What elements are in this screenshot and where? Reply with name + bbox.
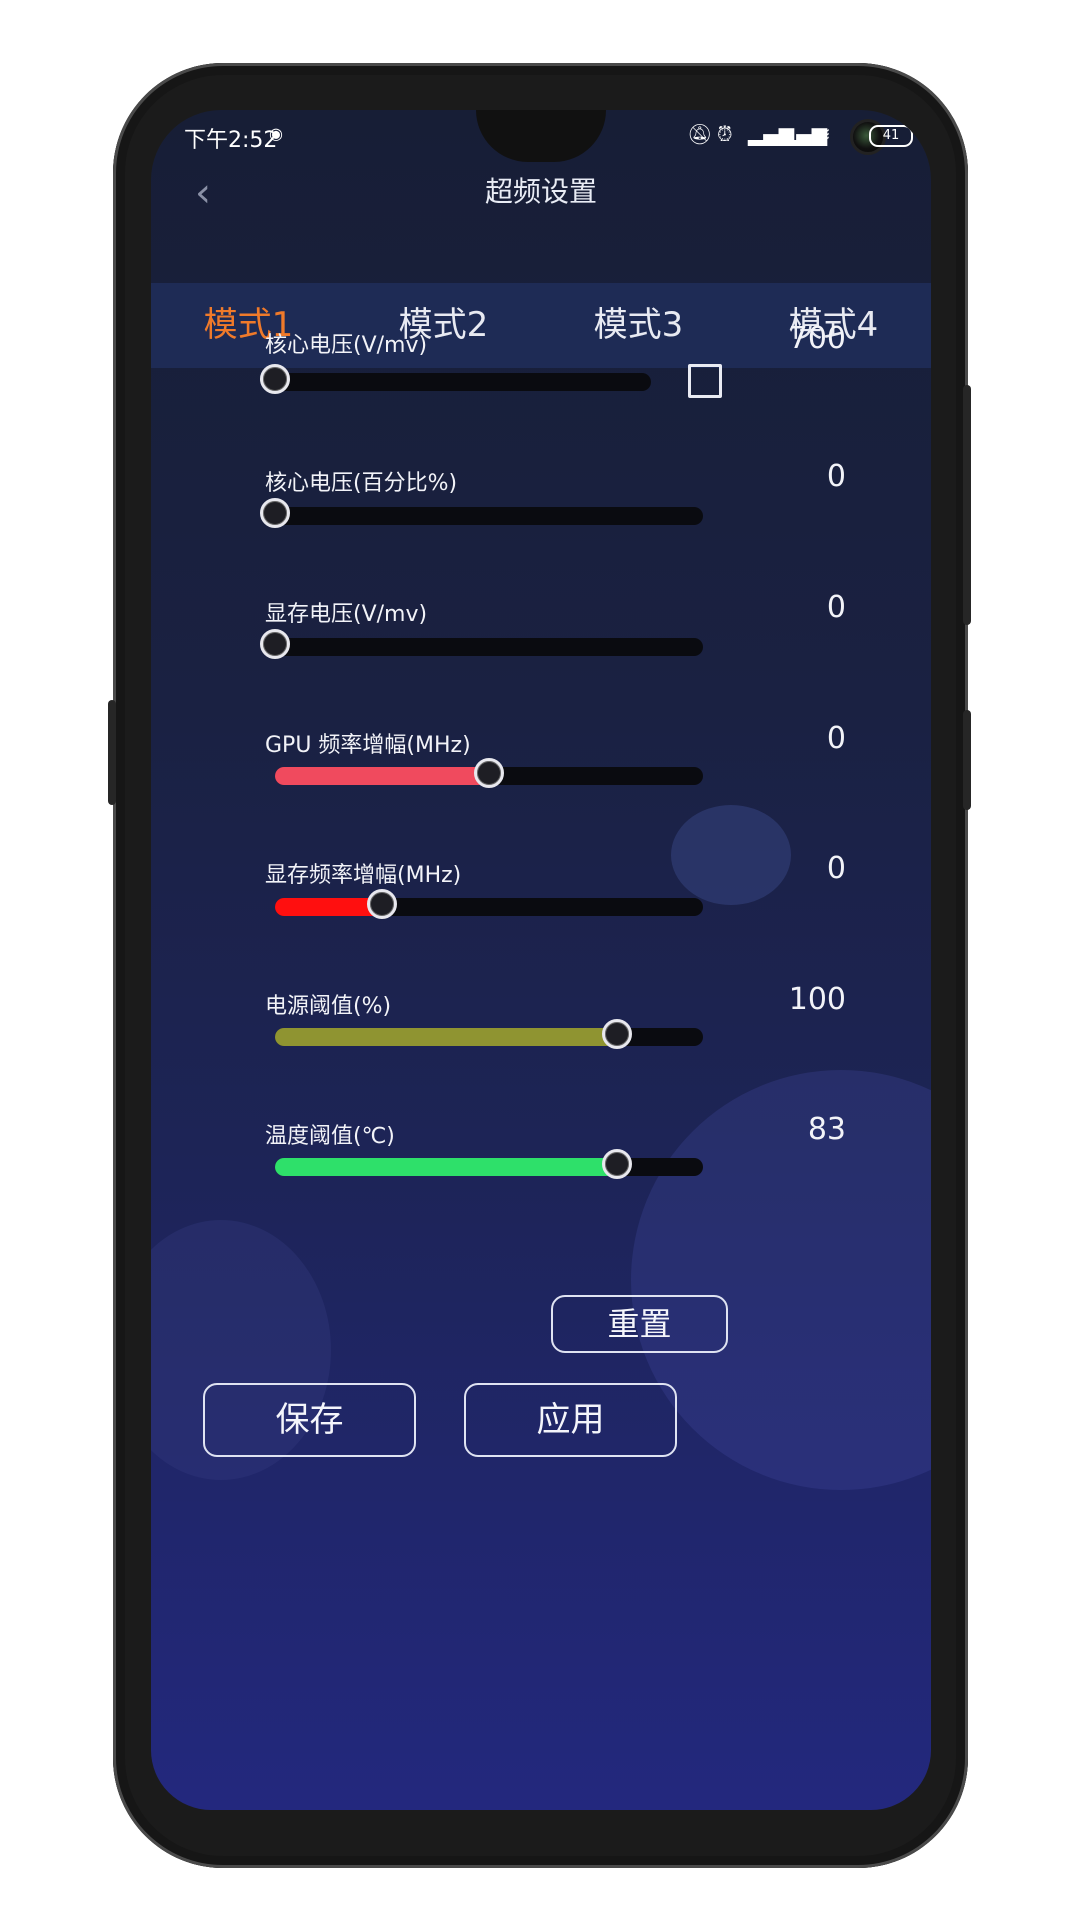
slider-thumb[interactable] xyxy=(602,1149,632,1179)
slider-label: GPU 频率增幅(MHz) xyxy=(265,733,471,758)
slider-label: 温度阈值(℃) xyxy=(265,1124,395,1149)
slider-thumb[interactable] xyxy=(260,498,290,528)
slider-track[interactable] xyxy=(260,498,703,528)
slider-track[interactable] xyxy=(260,629,703,659)
slider-label: 显存频率增幅(MHz) xyxy=(265,863,462,888)
slider-value: 0 xyxy=(826,851,846,886)
slider-track[interactable] xyxy=(275,1149,703,1179)
core-voltage-checkbox[interactable] xyxy=(688,364,722,398)
slider-track[interactable] xyxy=(275,889,703,919)
slider-track[interactable] xyxy=(275,1019,703,1049)
status-bar: 下午2:52 ◉ 🔕︎ ⏰︎ ▂▄▆ ▂▄▆ ≋ 41 xyxy=(151,110,931,162)
slider-label: 显存电压(V/mv) xyxy=(265,602,428,627)
side-button xyxy=(963,710,971,810)
slider-fill xyxy=(275,898,382,916)
slider-fill xyxy=(275,1028,617,1046)
slider-thumb[interactable] xyxy=(474,758,504,788)
slider-thumb[interactable] xyxy=(260,629,290,659)
mute-icon: 🔕︎ xyxy=(687,122,713,146)
status-time: 下午2:52 xyxy=(184,128,278,153)
save-button[interactable]: 保存 xyxy=(203,1383,416,1457)
slider-fill xyxy=(275,1158,617,1176)
wifi-icon: ◉ xyxy=(269,124,283,143)
slider-label: 核心电压(V/mv) xyxy=(265,333,428,358)
wifi-signal-icon: ≋ xyxy=(814,122,831,146)
slider-thumb[interactable] xyxy=(602,1019,632,1049)
slider-value: 0 xyxy=(826,459,846,494)
slider-value: 700 xyxy=(788,321,846,356)
slider-track[interactable] xyxy=(260,364,651,394)
slider-fill xyxy=(275,767,489,785)
volume-button xyxy=(108,700,116,805)
power-button xyxy=(963,385,971,625)
battery-icon: 41 xyxy=(869,125,913,147)
slider-label: 电源阈值(%) xyxy=(265,994,392,1019)
reset-button[interactable]: 重置 xyxy=(551,1295,728,1353)
page-title: 超频设置 xyxy=(484,175,597,208)
slider-thumb[interactable] xyxy=(367,889,397,919)
slider-thumb[interactable] xyxy=(260,364,290,394)
slider-value: 83 xyxy=(807,1112,846,1147)
slider-value: 0 xyxy=(826,721,846,756)
slider-track[interactable] xyxy=(275,758,703,788)
alarm-icon: ⏰︎ xyxy=(717,122,733,146)
slider-label: 核心电压(百分比%) xyxy=(265,471,458,496)
slider-value: 0 xyxy=(826,590,846,625)
slider-value: 100 xyxy=(788,982,846,1017)
apply-button[interactable]: 应用 xyxy=(464,1383,677,1457)
app-screen: 下午2:52 ◉ 🔕︎ ⏰︎ ▂▄▆ ▂▄▆ ≋ 41 ‹ 超频设置 模式1 模… xyxy=(151,110,931,1810)
